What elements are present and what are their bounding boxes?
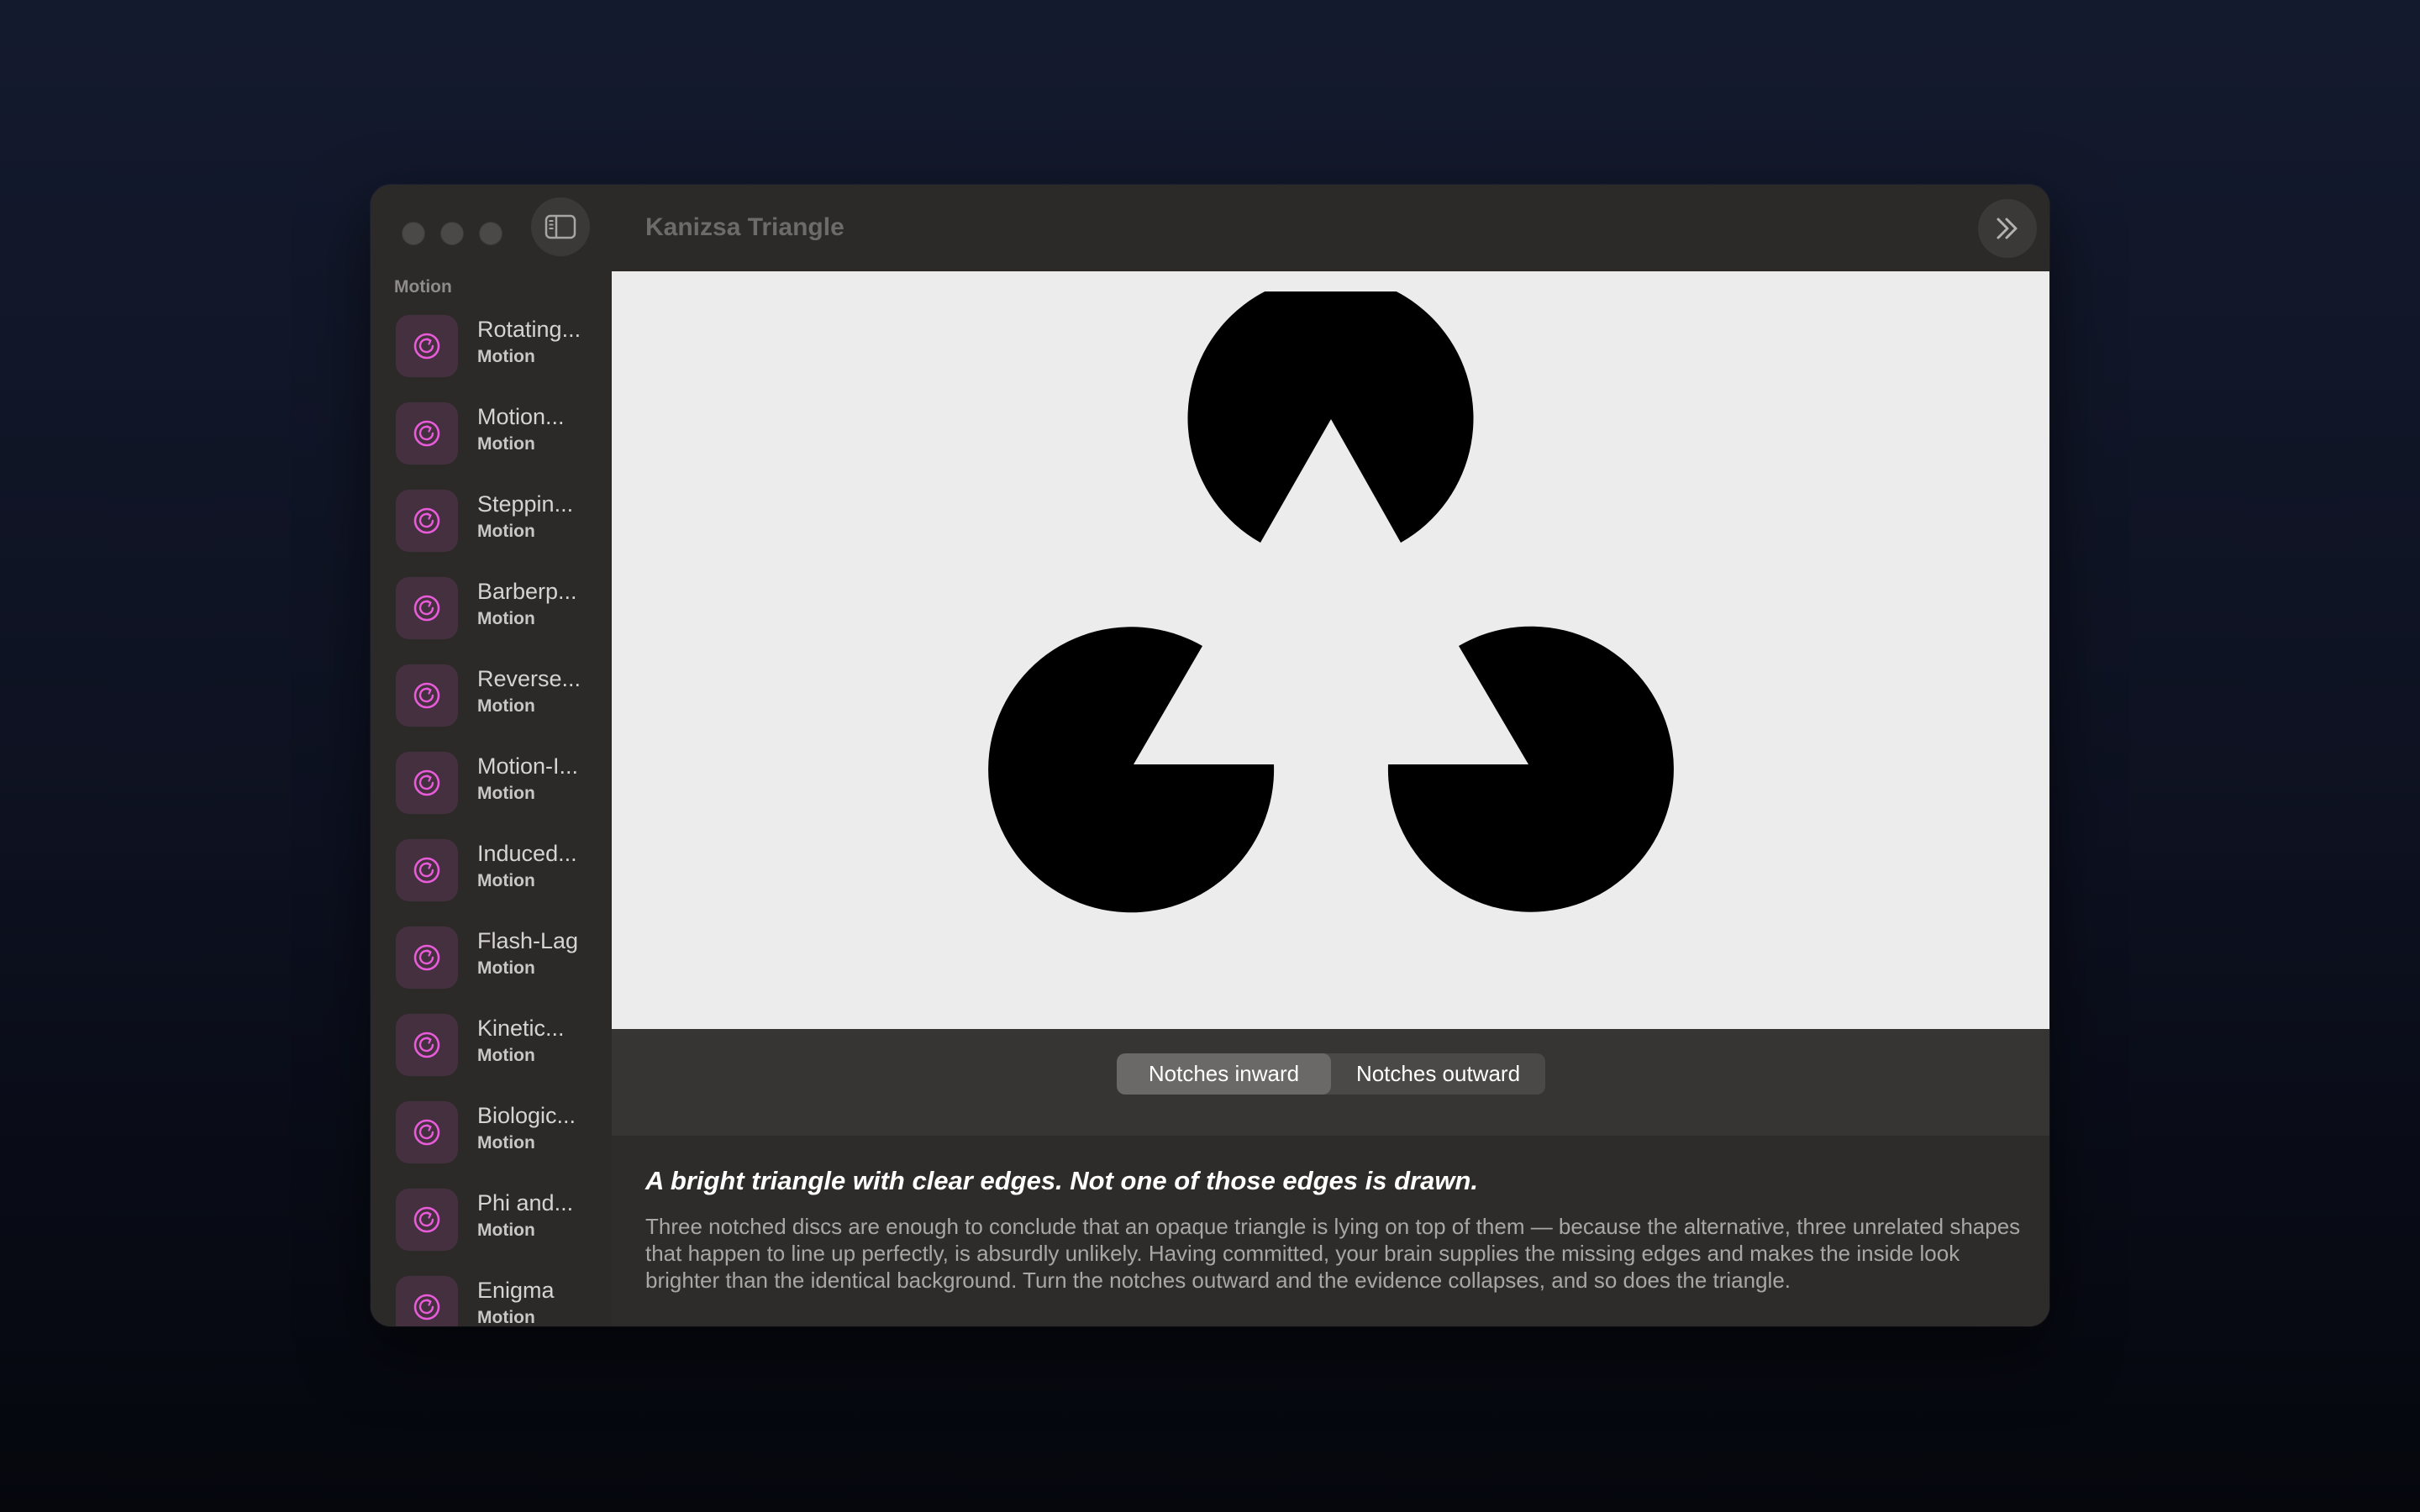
sidebar-toggle-icon: [544, 214, 576, 239]
sidebar-item-label: Enigma: [477, 1278, 555, 1303]
item-icon-tile: [396, 315, 458, 377]
rotate-icon: [413, 682, 440, 709]
chevron-double-right-icon: [1996, 218, 2018, 239]
sidebar-item[interactable]: Steppin... Motion: [371, 478, 612, 565]
sidebar-item-category: Motion: [477, 958, 535, 978]
kanizsa-figure: [988, 291, 1674, 913]
sidebar-item[interactable]: Reverse... Motion: [371, 653, 612, 740]
item-icon-tile: [396, 1276, 458, 1326]
title-bar: Kanizsa Triangle: [612, 185, 2049, 271]
rotate-icon: [413, 420, 440, 447]
illusion-canvas: [612, 271, 2049, 1029]
sidebar: Motion Rotating... Motion Motion... Motion S…: [371, 185, 613, 1326]
sidebar-item-label: Flash-Lag: [477, 928, 579, 953]
page-title: Kanizsa Triangle: [645, 213, 844, 241]
item-icon-tile: [396, 752, 458, 814]
sidebar-item-label: Phi and...: [477, 1190, 574, 1215]
sidebar-item[interactable]: Rotating... Motion: [371, 303, 612, 391]
zoom-window-button[interactable]: [479, 222, 502, 245]
sidebar-item[interactable]: Induced... Motion: [371, 827, 612, 915]
sidebar-section-header: Motion: [394, 277, 452, 297]
item-icon-tile: [396, 490, 458, 552]
rotate-icon: [413, 944, 440, 971]
item-icon-tile: [396, 402, 458, 465]
notches-outward-segment[interactable]: Notches outward: [1331, 1053, 1545, 1095]
item-icon-tile: [396, 577, 458, 639]
sidebar-item-category: Motion: [477, 1046, 535, 1065]
sidebar-item-label: Motion-I...: [477, 753, 579, 779]
item-icon-tile: [396, 1101, 458, 1163]
sidebar-item-label: Steppin...: [477, 491, 574, 517]
sidebar-item-label: Kinetic...: [477, 1016, 565, 1041]
rotate-icon: [413, 1119, 440, 1146]
rotate-icon: [413, 333, 440, 360]
sidebar-item-category: Motion: [477, 1133, 535, 1152]
sidebar-item[interactable]: Phi and... Motion: [371, 1177, 612, 1264]
disc-top: [1187, 291, 1474, 543]
forward-button[interactable]: [1978, 199, 2037, 258]
sidebar-item-label: Barberp...: [477, 579, 577, 604]
sidebar-item-label: Induced...: [477, 841, 577, 866]
sidebar-item-category: Motion: [477, 871, 535, 890]
notches-inward-segment[interactable]: Notches inward: [1117, 1053, 1331, 1095]
rotate-icon: [413, 507, 440, 534]
sidebar-item[interactable]: Motion... Motion: [371, 391, 612, 478]
item-icon-tile: [396, 839, 458, 901]
item-icon-tile: [396, 927, 458, 989]
sidebar-item[interactable]: Kinetic... Motion: [371, 1002, 612, 1089]
sidebar-item-category: Motion: [477, 609, 535, 628]
notch-direction-control: Notches inward Notches outward: [1117, 1053, 1545, 1095]
disc-bottom-right: [1387, 626, 1674, 912]
description-headline: A bright triangle with clear edges. Not …: [645, 1166, 1479, 1195]
sidebar-item-category: Motion: [477, 522, 535, 541]
sidebar-item[interactable]: Barberp... Motion: [371, 565, 612, 653]
app-window: Motion Rotating... Motion Motion... Motion S…: [371, 185, 2049, 1326]
rotate-icon: [413, 769, 440, 796]
sidebar-item-label: Reverse...: [477, 666, 581, 691]
rotate-icon: [413, 1032, 440, 1058]
sidebar-item[interactable]: Biologic... Motion: [371, 1089, 612, 1177]
control-bar: Notches inward Notches outward: [612, 1029, 2049, 1136]
sidebar-item[interactable]: Motion-I... Motion: [371, 740, 612, 827]
rotate-icon: [413, 595, 440, 622]
sidebar-item[interactable]: Flash-Lag Motion: [371, 915, 612, 1002]
item-icon-tile: [396, 664, 458, 727]
sidebar-item-label: Biologic...: [477, 1103, 576, 1128]
sidebar-item-label: Motion...: [477, 404, 565, 429]
minimize-window-button[interactable]: [440, 222, 464, 245]
sidebar-item-category: Motion: [477, 1221, 535, 1240]
sidebar-toggle-button[interactable]: [531, 197, 590, 256]
rotate-icon: [413, 857, 440, 884]
disc-bottom-left: [988, 627, 1275, 913]
sidebar-item-category: Motion: [477, 434, 535, 454]
sidebar-item-category: Motion: [477, 784, 535, 803]
item-icon-tile: [396, 1189, 458, 1251]
sidebar-item-category: Motion: [477, 1308, 535, 1326]
item-icon-tile: [396, 1014, 458, 1076]
sidebar-item-label: Rotating...: [477, 317, 581, 342]
main-panel: Kanizsa Triangle Notches inward Notches …: [612, 185, 2049, 1326]
sidebar-item-category: Motion: [477, 696, 535, 716]
rotate-icon: [413, 1294, 440, 1320]
description-panel: A bright triangle with clear edges. Not …: [612, 1136, 2049, 1326]
description-body: Three notched discs are enough to conclu…: [645, 1214, 2021, 1293]
sidebar-item-category: Motion: [477, 347, 535, 366]
close-window-button[interactable]: [402, 222, 425, 245]
rotate-icon: [413, 1206, 440, 1233]
sidebar-item[interactable]: Enigma Motion: [371, 1264, 612, 1326]
